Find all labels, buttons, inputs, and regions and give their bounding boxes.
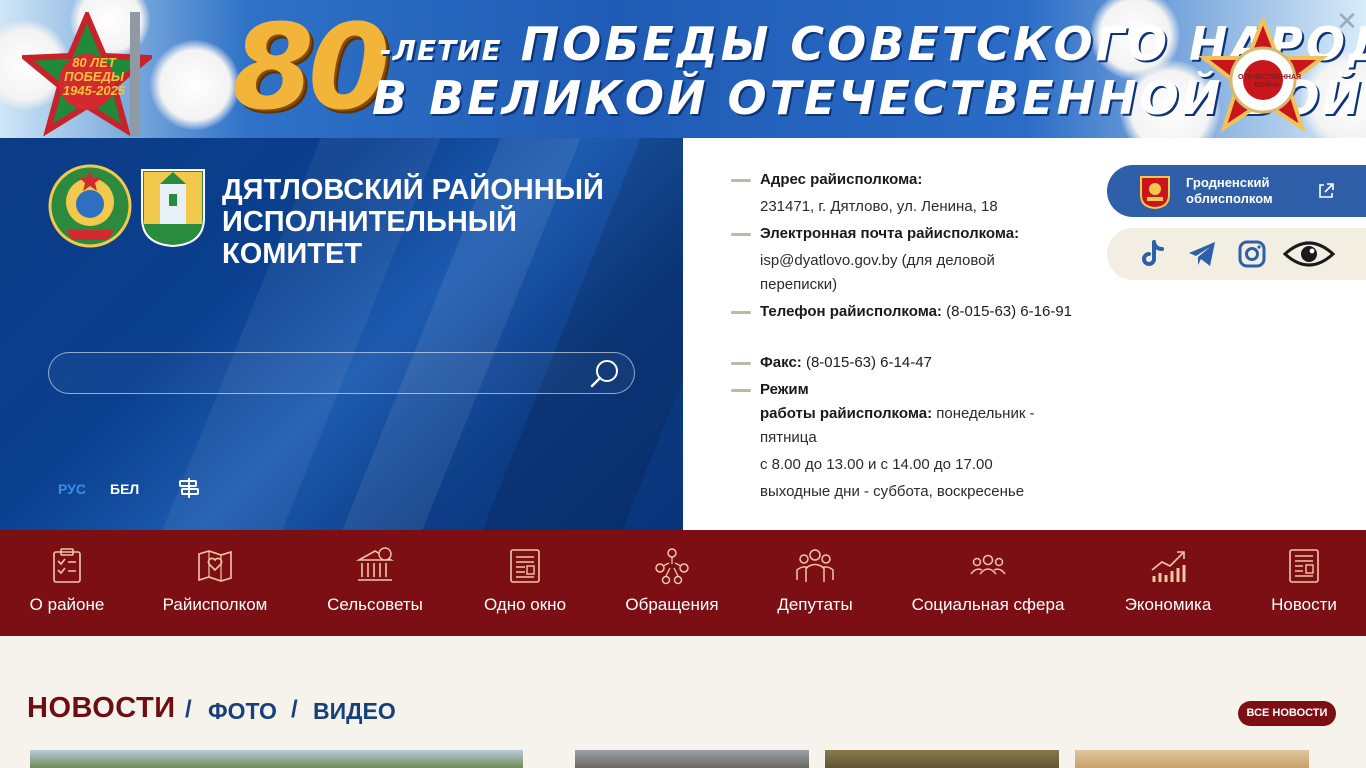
nav-label: Одно окно	[483, 595, 567, 614]
accessibility-eye-icon[interactable]	[1283, 238, 1335, 270]
language-be[interactable]: БЕЛ	[110, 481, 139, 497]
banner-80: 80	[232, 0, 390, 136]
nav-item-odno-okno[interactable]: Одно окно	[470, 530, 580, 636]
bullet-dash	[731, 311, 751, 314]
grodno-oblast-emblem-icon	[1140, 176, 1170, 209]
days-off: выходные дни - суббота, воскресенье	[760, 483, 1025, 500]
nav-label: О районе	[29, 595, 105, 614]
nav-label: Сельсоветы	[327, 595, 423, 614]
social-links	[1107, 228, 1366, 280]
news-thumbnail[interactable]	[825, 750, 1059, 768]
deputies-group-icon	[796, 549, 834, 582]
bullet-dash	[731, 179, 751, 182]
nav-item-obrashcheniya[interactable]: Обращения	[616, 530, 728, 636]
tab-video[interactable]: ВИДЕО	[313, 698, 396, 725]
nav-item-about-district[interactable]: О районе	[20, 530, 114, 636]
oblast-link-label: Гродненский облисполком	[1186, 175, 1273, 206]
contact-fax: Факс: (8-015-63) 6-14-47	[731, 351, 1061, 375]
order-text: ОТЕЧЕСТВЕННАЯ ВОЙНА	[1238, 74, 1302, 89]
flower-decoration	[150, 40, 240, 130]
hours-label-1: Режим	[760, 381, 809, 398]
nav-label: Социальная сфера	[911, 595, 1065, 614]
people-network-icon	[655, 548, 689, 585]
clipboard-icon	[53, 548, 81, 583]
tab-separator: /	[185, 696, 192, 723]
close-banner-icon[interactable]: ✕	[1334, 8, 1360, 34]
fax-value: (8-015-63) 6-14-47	[805, 354, 932, 371]
nav-label: Райисполком	[162, 595, 268, 614]
news-thumbnail[interactable]	[575, 750, 809, 768]
contact-hours: Режим работы райисполкома: понедельник -…	[731, 378, 1061, 504]
fax-label: Факс:	[760, 354, 802, 371]
hours-label-2: работы райисполкома:	[760, 405, 933, 422]
contact-email: Электронная почта райисполкома: isp@dyat…	[731, 222, 1061, 297]
bullet-dash	[731, 389, 751, 392]
nav-item-news[interactable]: Новости	[1262, 530, 1346, 636]
contact-phone: Телефон райисполкома: (8-015-63) 6-16-91	[731, 300, 1081, 324]
search-input[interactable]	[65, 361, 585, 387]
nav-item-deputaty[interactable]: Депутаты	[768, 530, 862, 636]
nav-item-social-sphere[interactable]: Социальная сфера	[902, 530, 1074, 636]
tab-separator: /	[291, 696, 298, 723]
search-icon[interactable]	[589, 358, 621, 390]
tab-photo[interactable]: ФОТО	[208, 698, 277, 725]
tiktok-icon[interactable]	[1136, 238, 1168, 270]
document-window-icon	[510, 549, 540, 583]
nav-item-raiispolkom[interactable]: Райисполком	[152, 530, 278, 636]
victory-banner[interactable]: 80 ЛЕТ ПОБЕДЫ 1945-2025 80 -ЛЕТИЕ ПОБЕДЫ…	[0, 0, 1366, 138]
banner-prefix: -ЛЕТИЕ	[380, 34, 502, 67]
search-box	[48, 352, 635, 394]
growth-chart-icon	[1151, 551, 1186, 582]
address-label: Адрес райисполкома:	[760, 171, 923, 188]
phone-value[interactable]: (8-015-63) 6-16-91	[946, 303, 1072, 320]
bullet-dash	[731, 233, 751, 236]
email-label: Электронная почта райисполкома:	[760, 225, 1020, 242]
dyatlovo-coat-of-arms-icon[interactable]	[140, 168, 206, 248]
contact-address: Адрес райисполкома: 231471, г. Дятлово, …	[731, 168, 1061, 219]
address-value: 231471, г. Дятлово, ул. Ленина, 18	[760, 198, 998, 215]
site-header: ДЯТЛОВСКИЙ РАЙОННЫЙ ИСПОЛНИТЕЛЬНЫЙ КОМИТ…	[0, 138, 683, 530]
main-navigation: О районе Райисполком Сельсоветы Одно окн…	[0, 530, 1366, 636]
bullet-dash	[731, 362, 751, 365]
instagram-icon[interactable]	[1236, 238, 1268, 270]
nav-label: Новости	[1271, 595, 1337, 614]
tab-news[interactable]: НОВОСТИ	[27, 692, 176, 725]
nav-label: Обращения	[625, 595, 719, 614]
email-value[interactable]: isp@dyatlovo.gov.by (для деловой перепис…	[731, 249, 1031, 297]
hours-time: с 8.00 до 13.00 и с 14.00 до 17.00	[760, 456, 993, 473]
community-icon	[970, 554, 1006, 575]
map-heart-icon	[198, 550, 232, 582]
nav-label: Депутаты	[777, 595, 853, 614]
nav-item-economy[interactable]: Экономика	[1116, 530, 1220, 636]
sitemap-icon[interactable]	[178, 477, 200, 499]
victory-badge-text: 80 ЛЕТ ПОБЕДЫ 1945-2025	[62, 55, 126, 98]
telegram-icon[interactable]	[1186, 238, 1218, 270]
nav-item-selsovety[interactable]: Сельсоветы	[316, 530, 434, 636]
external-link-icon	[1319, 183, 1334, 198]
organization-title[interactable]: ДЯТЛОВСКИЙ РАЙОННЫЙ ИСПОЛНИТЕЛЬНЫЙ КОМИТ…	[222, 174, 642, 270]
phone-label: Телефон райисполкома:	[760, 303, 942, 320]
nav-label: Экономика	[1124, 595, 1212, 614]
grodno-oblast-link[interactable]: Гродненский облисполком	[1107, 165, 1366, 217]
all-news-button[interactable]: ВСЕ НОВОСТИ	[1238, 701, 1336, 726]
news-thumbnail[interactable]	[1075, 750, 1309, 768]
language-ru[interactable]: РУС	[58, 481, 86, 497]
news-thumbnail[interactable]	[30, 750, 523, 768]
newspaper-icon	[1289, 549, 1319, 583]
belarus-state-emblem-icon[interactable]	[48, 164, 132, 248]
government-building-icon	[355, 547, 395, 581]
